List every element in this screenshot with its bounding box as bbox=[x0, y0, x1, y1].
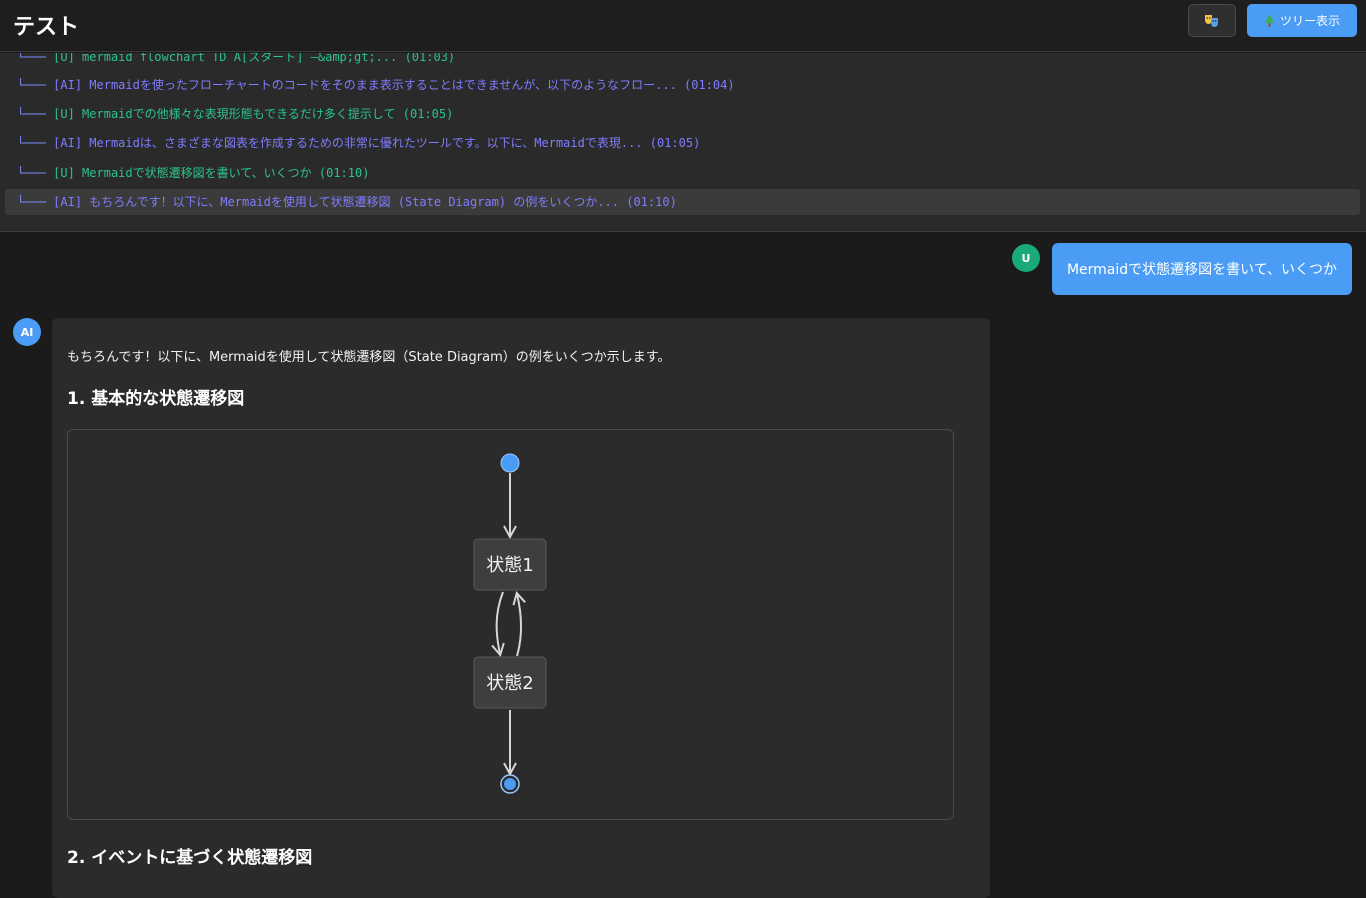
tree-connector: └─── bbox=[17, 53, 46, 64]
state-node-2: 状態2 bbox=[473, 656, 547, 709]
section-heading-basic: 1. 基本的な状態遷移図 bbox=[67, 389, 245, 409]
end-state-icon bbox=[500, 774, 520, 794]
tree-node-ai-selected[interactable]: └─── [AI] もちろんです！以下に、Mermaidを使用して状態遷移図 (… bbox=[5, 189, 1360, 215]
tree-node-text: [U] Mermaidでの他様々な表現形態もできるだけ多く提示して (01:05… bbox=[53, 107, 454, 121]
user-avatar: U bbox=[1012, 244, 1040, 272]
tree-connector: └─── bbox=[17, 195, 46, 209]
evergreen-tree-icon bbox=[1264, 14, 1275, 27]
tree-view-button[interactable]: ツリー表示 bbox=[1247, 4, 1357, 37]
section-heading-event: 2. イベントに基づく状態遷移図 bbox=[67, 848, 313, 868]
tree-connector: └─── bbox=[17, 166, 46, 180]
start-state-icon bbox=[500, 453, 520, 473]
tree-node-user[interactable]: └─── [U] Mermaidでの他様々な表現形態もできるだけ多く提示して (… bbox=[5, 101, 1360, 127]
tree-node-text: [AI] Mermaidを使ったフローチャートのコードをそのまま表示することはで… bbox=[53, 78, 735, 92]
tree-node-text: [U] Mermaidで状態遷移図を書いて、いくつか (01:10) bbox=[53, 166, 370, 180]
user-message: Mermaidで状態遷移図を書いて、いくつか bbox=[1052, 243, 1352, 295]
user-message-text: Mermaidで状態遷移図を書いて、いくつか bbox=[1066, 262, 1338, 278]
state-label-1: 状態1 bbox=[486, 555, 533, 576]
ai-intro-text: もちろんです！以下に、Mermaidを使用して状態遷移図（State Diagr… bbox=[67, 350, 671, 365]
tree-node-user[interactable]: └─── [U] Mermaidで状態遷移図を書いて、いくつか (01:10) bbox=[5, 160, 1360, 186]
tree-node-text: [AI] Mermaidは、さまざまな図表を作成するための非常に優れたツールです… bbox=[53, 136, 701, 150]
state-diagram-canvas: 状態1 状態2 bbox=[473, 453, 547, 794]
chat-area: U Mermaidで状態遷移図を書いて、いくつか AI もちろんです！以下に、M… bbox=[0, 233, 1366, 898]
ai-avatar: AI bbox=[13, 318, 41, 346]
state-diagram: 状態1 状態2 bbox=[67, 429, 954, 820]
tree-connector: └─── bbox=[17, 78, 46, 92]
theme-toggle-button[interactable] bbox=[1188, 4, 1236, 37]
tree-view-label: ツリー表示 bbox=[1279, 14, 1340, 28]
state-node-1: 状態1 bbox=[473, 538, 547, 591]
conversation-tree-panel: └─── [U] mermaid flowchart TD A[スタート] —&… bbox=[0, 53, 1366, 232]
tree-node-text: [U] mermaid flowchart TD A[スタート] —&amp;g… bbox=[53, 53, 456, 64]
app-header: テスト ツリー表示 bbox=[0, 0, 1366, 52]
theater-masks-icon bbox=[1205, 14, 1218, 27]
tree-node-ai[interactable]: └─── [AI] Mermaidを使ったフローチャートのコードをそのまま表示す… bbox=[5, 72, 1360, 98]
tree-node-text: [AI] もちろんです！以下に、Mermaidを使用して状態遷移図 (State… bbox=[53, 195, 677, 209]
tree-connector: └─── bbox=[17, 136, 46, 150]
transition-state1-to-state2 bbox=[497, 591, 503, 654]
ai-message: もちろんです！以下に、Mermaidを使用して状態遷移図（State Diagr… bbox=[52, 318, 990, 898]
page-title: テスト bbox=[13, 15, 80, 40]
transition-state2-to-state1 bbox=[517, 594, 521, 657]
state-label-2: 状態2 bbox=[486, 673, 533, 694]
tree-node-user[interactable]: └─── [U] mermaid flowchart TD A[スタート] —&… bbox=[5, 53, 1360, 70]
tree-node-ai[interactable]: └─── [AI] Mermaidは、さまざまな図表を作成するための非常に優れた… bbox=[5, 130, 1360, 156]
tree-connector: └─── bbox=[17, 107, 46, 121]
